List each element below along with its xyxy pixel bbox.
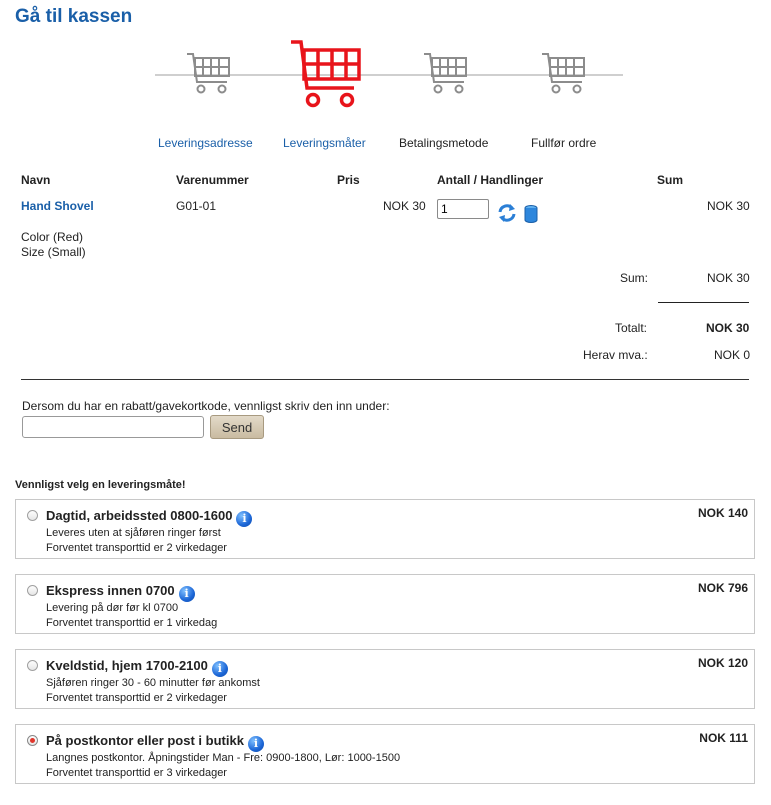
shipping-option-postkontor[interactable]: På postkontor eller post i butikk i Langn… bbox=[15, 724, 755, 784]
shipping-option-description: Leveres uten at sjåføren ringer først bbox=[46, 527, 221, 539]
total-label: Totalt: bbox=[615, 321, 648, 335]
step-complete-order: Fullfør ordre bbox=[531, 136, 597, 150]
column-header-sku: Varenummer bbox=[176, 173, 249, 187]
step-payment-method: Betalingsmetode bbox=[399, 136, 489, 150]
shipping-radio[interactable] bbox=[27, 585, 38, 596]
column-header-name: Navn bbox=[21, 173, 51, 187]
step-delivery-address-link[interactable]: Leveringsadresse bbox=[158, 136, 253, 150]
cart-step-icon-2-active bbox=[291, 40, 361, 108]
shipping-option-description: Sjåføren ringer 30 - 60 minutter før ank… bbox=[46, 677, 260, 689]
shipping-option-kveldstid[interactable]: Kveldstid, hjem 1700-2100 i Sjåføren ring… bbox=[15, 649, 755, 709]
product-attribute-color: Color (Red) bbox=[21, 230, 84, 244]
column-header-price: Pris bbox=[337, 173, 360, 187]
trash-icon[interactable] bbox=[523, 204, 539, 224]
quantity-input[interactable] bbox=[437, 199, 489, 219]
shipping-option-ekspress[interactable]: Ekspress innen 0700 i Levering på dør før… bbox=[15, 574, 755, 634]
shipping-option-title: Kveldstid, hjem 1700-2100 i bbox=[46, 658, 228, 677]
shipping-option-price: NOK 796 bbox=[697, 581, 748, 595]
info-icon[interactable]: i bbox=[247, 736, 264, 752]
shipping-option-description: Levering på dør før kl 0700 bbox=[46, 602, 179, 614]
shipping-option-transit-time: Forventet transporttid er 3 virkedager bbox=[46, 767, 227, 779]
shipping-radio[interactable] bbox=[27, 660, 38, 671]
vat-label: Herav mva.: bbox=[583, 348, 648, 362]
section-divider bbox=[21, 379, 749, 380]
column-header-sum: Sum bbox=[657, 173, 684, 187]
subtotal-value: NOK 30 bbox=[707, 271, 750, 285]
info-icon[interactable]: i bbox=[236, 511, 253, 527]
product-sku: G01-01 bbox=[176, 199, 217, 213]
cart-step-icon-4 bbox=[542, 53, 585, 94]
shipping-option-title: På postkontor eller post i butikk i bbox=[46, 733, 264, 752]
vat-value: NOK 0 bbox=[714, 348, 751, 362]
subtotal-label: Sum: bbox=[620, 271, 649, 285]
shipping-option-dagtid[interactable]: Dagtid, arbeidssted 0800-1600 i Leveres u… bbox=[15, 499, 755, 559]
sum-divider bbox=[658, 302, 749, 303]
shipping-radio-selected[interactable] bbox=[27, 735, 38, 746]
product-name-link[interactable]: Hand Shovel bbox=[21, 199, 94, 213]
cart-step-icon-1 bbox=[187, 53, 230, 94]
coupon-send-button[interactable]: Send bbox=[210, 415, 264, 439]
info-icon[interactable]: i bbox=[178, 586, 195, 602]
shipping-option-transit-time: Forventet transporttid er 2 virkedager bbox=[46, 692, 227, 704]
shipping-option-description: Langnes postkontor. Åpningstider Man - F… bbox=[46, 752, 401, 764]
shipping-option-title: Ekspress innen 0700 i bbox=[46, 583, 195, 602]
page-title: Gå til kassen bbox=[15, 6, 133, 27]
refresh-icon[interactable] bbox=[497, 203, 517, 223]
coupon-prompt: Dersom du har en rabatt/gavekortkode, ve… bbox=[22, 399, 390, 413]
product-price: NOK 30 bbox=[383, 199, 426, 213]
info-icon[interactable]: i bbox=[211, 661, 228, 677]
shipping-option-transit-time: Forventet transporttid er 2 virkedager bbox=[46, 542, 227, 554]
total-value: NOK 30 bbox=[706, 321, 750, 335]
shipping-radio[interactable] bbox=[27, 510, 38, 521]
shipping-option-price: NOK 140 bbox=[697, 506, 748, 520]
product-attribute-size: Size (Small) bbox=[21, 245, 86, 259]
product-line-sum: NOK 30 bbox=[707, 199, 750, 213]
step-delivery-method-link[interactable]: Leveringsmåter bbox=[283, 136, 366, 150]
cart-step-icon-3 bbox=[424, 53, 467, 94]
shipping-heading: Vennligst velg en leveringsmåte! bbox=[15, 479, 186, 491]
coupon-code-input[interactable] bbox=[22, 416, 204, 438]
shipping-option-transit-time: Forventet transporttid er 1 virkedag bbox=[46, 617, 218, 629]
shipping-option-price: NOK 120 bbox=[697, 656, 748, 670]
column-header-quantity: Antall / Handlinger bbox=[437, 173, 544, 187]
shipping-option-price: NOK 111 bbox=[699, 731, 748, 745]
shipping-option-title: Dagtid, arbeidssted 0800-1600 i bbox=[46, 508, 253, 527]
